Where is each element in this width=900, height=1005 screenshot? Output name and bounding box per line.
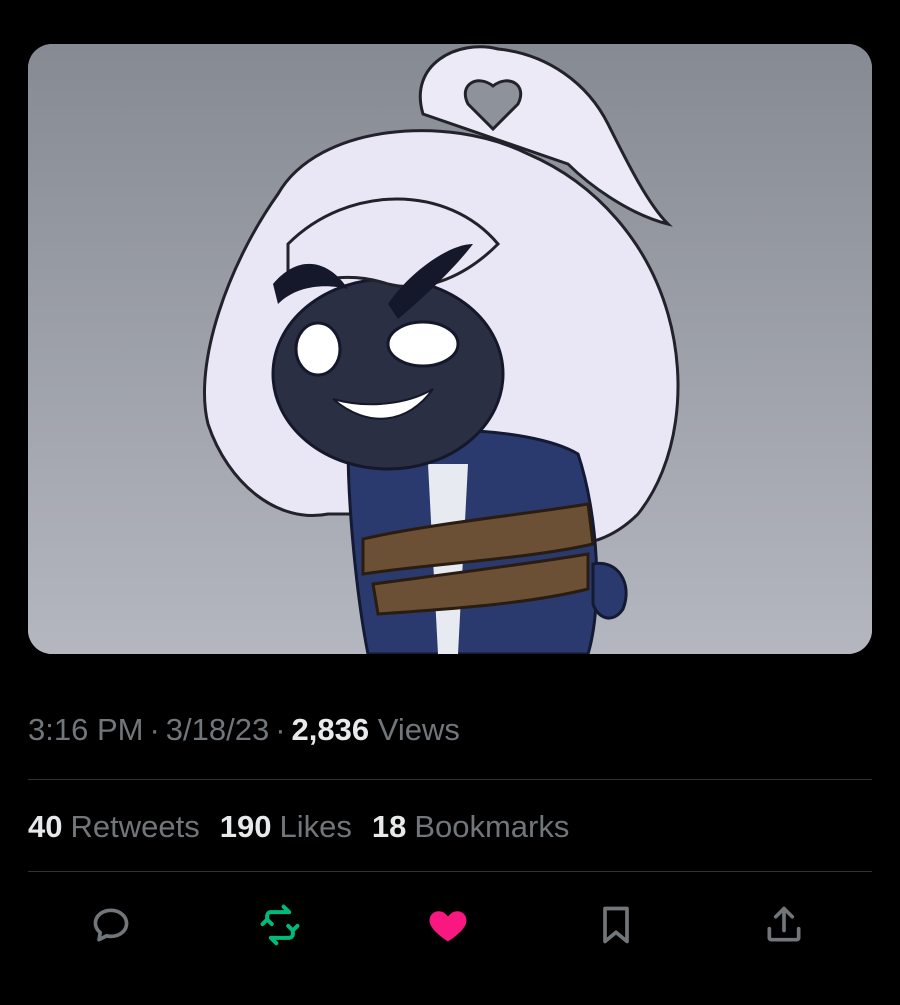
likes-label: Likes (279, 809, 352, 844)
speech-bubble-icon (93, 908, 129, 942)
bookmarks-stat[interactable]: 18 Bookmarks (372, 805, 570, 849)
share-icon (767, 906, 801, 942)
tweet-action-bar (28, 890, 872, 960)
bookmark-icon (603, 906, 629, 944)
share-button[interactable] (754, 890, 814, 960)
tweet-time[interactable]: 3:16 PM (28, 712, 143, 747)
divider (28, 871, 872, 872)
heart-icon (429, 911, 467, 942)
meta-separator: · (149, 712, 160, 747)
retweet-button[interactable] (250, 890, 310, 960)
like-button[interactable] (418, 890, 478, 960)
tweet-meta-line: 3:16 PM · 3/18/23 · 2,836 Views (28, 708, 460, 752)
tweet-date[interactable]: 3/18/23 (166, 712, 269, 747)
illustration-image (28, 44, 872, 654)
bookmark-button[interactable] (586, 890, 646, 960)
retweets-count: 40 (28, 809, 63, 844)
views-label: Views (377, 712, 460, 747)
bookmarks-label: Bookmarks (414, 809, 570, 844)
retweet-icon (260, 904, 300, 946)
views-count: 2,836 (291, 712, 370, 747)
bookmarks-count: 18 (371, 809, 407, 844)
retweets-stat[interactable]: 40 Retweets (28, 805, 200, 849)
retweets-label: Retweets (70, 809, 200, 844)
likes-count: 190 (219, 809, 272, 844)
meta-separator: · (275, 712, 286, 747)
divider (28, 779, 872, 780)
engagement-stats: 40 Retweets 190 Likes 18 Bookmarks (28, 805, 569, 849)
reply-button[interactable] (81, 890, 141, 960)
likes-stat[interactable]: 190 Likes (220, 805, 352, 849)
tweet-media-image[interactable] (28, 44, 872, 654)
